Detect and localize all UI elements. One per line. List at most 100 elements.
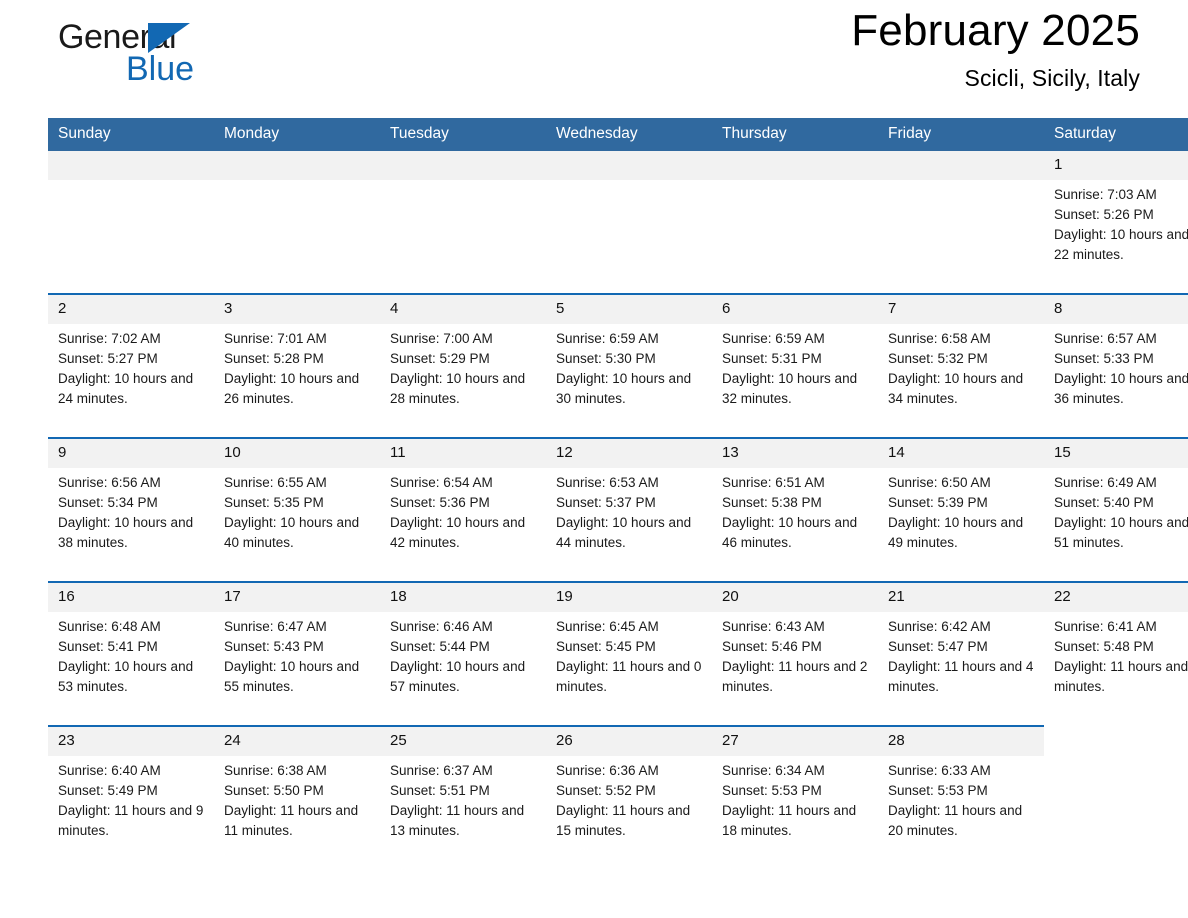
sunset-text: Sunset: 5:49 PM: [58, 783, 158, 798]
day-number: 25: [380, 725, 546, 756]
day-number: 19: [546, 581, 712, 612]
day-number: 27: [712, 725, 878, 756]
daylight-text: Daylight: 11 hours and 11 minutes.: [224, 803, 359, 838]
sunrise-text: Sunrise: 7:03 AM: [1054, 187, 1157, 202]
sunrise-text: Sunrise: 6:45 AM: [556, 619, 659, 634]
day-number: [712, 151, 878, 180]
sunrise-text: Sunrise: 6:40 AM: [58, 763, 161, 778]
sunset-text: Sunset: 5:47 PM: [888, 639, 988, 654]
day-cell: Sunrise: 6:46 AM Sunset: 5:44 PM Dayligh…: [380, 612, 546, 726]
title-block: February 2025 Scicli, Sicily, Italy: [851, 0, 1140, 92]
daylight-text: Daylight: 10 hours and 36 minutes.: [1054, 371, 1188, 406]
sunrise-text: Sunrise: 6:54 AM: [390, 475, 493, 490]
sunrise-text: Sunrise: 6:41 AM: [1054, 619, 1157, 634]
day-number: [380, 151, 546, 180]
sunrise-text: Sunrise: 7:02 AM: [58, 331, 161, 346]
daylight-text: Daylight: 10 hours and 26 minutes.: [224, 371, 360, 406]
day-number: 21: [878, 581, 1044, 612]
daylight-text: Daylight: 11 hours and 2 minutes.: [722, 659, 868, 694]
sunset-text: Sunset: 5:44 PM: [390, 639, 490, 654]
weekday-header-thursday: Thursday: [712, 118, 878, 151]
sunset-text: Sunset: 5:43 PM: [224, 639, 324, 654]
sunset-text: Sunset: 5:45 PM: [556, 639, 656, 654]
day-number: 1: [1044, 151, 1188, 180]
day-number: 9: [48, 437, 214, 468]
day-number: 26: [546, 725, 712, 756]
sunrise-text: Sunrise: 6:50 AM: [888, 475, 991, 490]
sunset-text: Sunset: 5:53 PM: [722, 783, 822, 798]
sunset-text: Sunset: 5:34 PM: [58, 495, 158, 510]
sunset-text: Sunset: 5:50 PM: [224, 783, 324, 798]
day-cell: Sunrise: 6:49 AM Sunset: 5:40 PM Dayligh…: [1044, 468, 1188, 582]
sunset-text: Sunset: 5:35 PM: [224, 495, 324, 510]
sunrise-text: Sunrise: 7:00 AM: [390, 331, 493, 346]
sunset-text: Sunset: 5:31 PM: [722, 351, 822, 366]
day-cell: Sunrise: 6:53 AM Sunset: 5:37 PM Dayligh…: [546, 468, 712, 582]
daylight-text: Daylight: 10 hours and 28 minutes.: [390, 371, 526, 406]
day-number: 17: [214, 581, 380, 612]
sunset-text: Sunset: 5:28 PM: [224, 351, 324, 366]
day-number: 6: [712, 293, 878, 324]
day-cell: [1044, 756, 1188, 869]
day-cell: Sunrise: 7:02 AM Sunset: 5:27 PM Dayligh…: [48, 324, 214, 438]
day-cell: Sunrise: 6:56 AM Sunset: 5:34 PM Dayligh…: [48, 468, 214, 582]
week-row-info-row: Sunrise: 6:48 AM Sunset: 5:41 PM Dayligh…: [48, 612, 1188, 726]
sunset-text: Sunset: 5:33 PM: [1054, 351, 1154, 366]
sunset-text: Sunset: 5:30 PM: [556, 351, 656, 366]
daylight-text: Daylight: 10 hours and 53 minutes.: [58, 659, 194, 694]
day-number: 20: [712, 581, 878, 612]
daylight-text: Daylight: 11 hours and 9 minutes.: [58, 803, 204, 838]
day-number: 10: [214, 437, 380, 468]
sunrise-text: Sunrise: 6:46 AM: [390, 619, 493, 634]
day-number: 24: [214, 725, 380, 756]
week-row-number-row: 2 3 4 5 6 7 8: [48, 293, 1188, 324]
day-cell: Sunrise: 6:57 AM Sunset: 5:33 PM Dayligh…: [1044, 324, 1188, 438]
day-cell: Sunrise: 6:41 AM Sunset: 5:48 PM Dayligh…: [1044, 612, 1188, 726]
daylight-text: Daylight: 11 hours and 6 minutes.: [1054, 659, 1188, 694]
sunrise-text: Sunrise: 6:49 AM: [1054, 475, 1157, 490]
day-number: [48, 151, 214, 180]
day-cell: Sunrise: 7:03 AM Sunset: 5:26 PM Dayligh…: [1044, 180, 1188, 294]
sunrise-text: Sunrise: 6:42 AM: [888, 619, 991, 634]
day-number: 28: [878, 725, 1044, 756]
sunrise-text: Sunrise: 6:55 AM: [224, 475, 327, 490]
day-number: [878, 151, 1044, 180]
day-cell: [214, 180, 380, 294]
week-row-info-row: Sunrise: 7:03 AM Sunset: 5:26 PM Dayligh…: [48, 180, 1188, 294]
sunrise-text: Sunrise: 6:47 AM: [224, 619, 327, 634]
sunrise-text: Sunrise: 6:58 AM: [888, 331, 991, 346]
weekday-header-sunday: Sunday: [48, 118, 214, 151]
day-cell: Sunrise: 7:01 AM Sunset: 5:28 PM Dayligh…: [214, 324, 380, 438]
day-number: [214, 151, 380, 180]
day-cell: Sunrise: 6:50 AM Sunset: 5:39 PM Dayligh…: [878, 468, 1044, 582]
calendar-body: 1 Sunrise: 7:03 AM Sunset: 5:26 PM Dayli…: [48, 151, 1188, 869]
sunset-text: Sunset: 5:48 PM: [1054, 639, 1154, 654]
day-cell: Sunrise: 6:48 AM Sunset: 5:41 PM Dayligh…: [48, 612, 214, 726]
day-cell: Sunrise: 7:00 AM Sunset: 5:29 PM Dayligh…: [380, 324, 546, 438]
day-number: 2: [48, 293, 214, 324]
day-cell: Sunrise: 6:58 AM Sunset: 5:32 PM Dayligh…: [878, 324, 1044, 438]
weekday-header-wednesday: Wednesday: [546, 118, 712, 151]
sunrise-text: Sunrise: 6:56 AM: [58, 475, 161, 490]
day-cell: Sunrise: 6:47 AM Sunset: 5:43 PM Dayligh…: [214, 612, 380, 726]
day-number: 14: [878, 437, 1044, 468]
week-row-info-row: Sunrise: 6:40 AM Sunset: 5:49 PM Dayligh…: [48, 756, 1188, 869]
sunset-text: Sunset: 5:53 PM: [888, 783, 988, 798]
daylight-text: Daylight: 10 hours and 34 minutes.: [888, 371, 1024, 406]
sunset-text: Sunset: 5:29 PM: [390, 351, 490, 366]
weekday-header-tuesday: Tuesday: [380, 118, 546, 151]
sunrise-text: Sunrise: 6:37 AM: [390, 763, 493, 778]
day-number: [1044, 726, 1188, 756]
day-cell: Sunrise: 6:34 AM Sunset: 5:53 PM Dayligh…: [712, 756, 878, 869]
week-row-info-row: Sunrise: 6:56 AM Sunset: 5:34 PM Dayligh…: [48, 468, 1188, 582]
day-cell: Sunrise: 6:59 AM Sunset: 5:31 PM Dayligh…: [712, 324, 878, 438]
logo-text-blue: Blue: [126, 50, 195, 88]
day-cell: Sunrise: 6:45 AM Sunset: 5:45 PM Dayligh…: [546, 612, 712, 726]
day-cell: Sunrise: 6:54 AM Sunset: 5:36 PM Dayligh…: [380, 468, 546, 582]
week-row-number-row: 23 24 25 26 27 28: [48, 725, 1188, 756]
day-number: 3: [214, 293, 380, 324]
day-number: 13: [712, 437, 878, 468]
daylight-text: Daylight: 10 hours and 30 minutes.: [556, 371, 692, 406]
day-cell: [380, 180, 546, 294]
calendar-page: General Blue February 2025 Scicli, Sicil…: [0, 0, 1188, 918]
